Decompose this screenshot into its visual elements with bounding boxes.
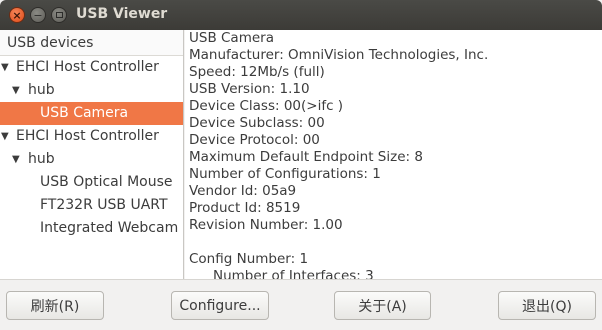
- info-manufacturer: Manufacturer: OmniVision Technologies, I…: [189, 47, 489, 63]
- button-bar: 刷新(R) Configure... 关于(A) 退出(Q): [0, 279, 602, 330]
- title-bar: × − USB Viewer: [0, 0, 602, 30]
- configure-button[interactable]: Configure...: [171, 291, 269, 320]
- tree-node-label: hub: [28, 151, 55, 167]
- refresh-button[interactable]: 刷新(R): [6, 291, 104, 320]
- tree-node-ft232r-usb-uart[interactable]: FT232R USB UART: [0, 194, 183, 217]
- tree-node-host-controller[interactable]: ▼ EHCI Host Controller: [0, 56, 183, 79]
- maximize-window-icon[interactable]: [51, 7, 67, 23]
- tree-node-label: USB Optical Mouse: [40, 174, 173, 190]
- tree-node-label: FT232R USB UART: [40, 197, 168, 213]
- tree-node-label: EHCI Host Controller: [16, 128, 159, 144]
- info-device-subclass: Device Subclass: 00: [189, 115, 325, 131]
- tree-node-integrated-webcam[interactable]: Integrated Webcam: [0, 217, 183, 240]
- device-info-panel[interactable]: USB Camera Manufacturer: OmniVision Tech…: [185, 30, 602, 279]
- info-usb-version: USB Version: 1.10: [189, 81, 310, 97]
- tree-node-usb-camera[interactable]: USB Camera: [0, 102, 183, 125]
- info-revision-number: Revision Number: 1.00: [189, 217, 343, 233]
- info-config-number: Config Number: 1: [189, 251, 309, 267]
- minimize-window-icon[interactable]: −: [30, 7, 46, 23]
- expanded-arrow-icon[interactable]: ▼: [1, 125, 9, 148]
- info-vendor-id: Vendor Id: 05a9: [189, 183, 297, 199]
- info-speed: Speed: 12Mb/s (full): [189, 64, 325, 80]
- info-device-class: Device Class: 00(>ifc ): [189, 98, 344, 114]
- tree-column-header[interactable]: USB devices: [0, 30, 183, 56]
- tree-node-host-controller[interactable]: ▼ EHCI Host Controller: [0, 125, 183, 148]
- tree-node-hub[interactable]: ▼ hub: [0, 79, 183, 102]
- tree-node-usb-optical-mouse[interactable]: USB Optical Mouse: [0, 171, 183, 194]
- close-window-icon[interactable]: ×: [9, 7, 25, 23]
- device-name: USB Camera: [189, 30, 274, 46]
- tree-node-label: USB Camera: [40, 105, 129, 121]
- tree-node-hub[interactable]: ▼ hub: [0, 148, 183, 171]
- window-title: USB Viewer: [76, 6, 168, 22]
- tree-node-label: hub: [28, 82, 55, 98]
- info-num-interfaces: Number of Interfaces: 3: [213, 268, 374, 279]
- expanded-arrow-icon[interactable]: ▼: [12, 79, 20, 102]
- expanded-arrow-icon[interactable]: ▼: [1, 56, 9, 79]
- info-num-configurations: Number of Configurations: 1: [189, 166, 381, 182]
- device-tree[interactable]: USB devices ▼ EHCI Host Controller ▼ hub…: [0, 30, 184, 279]
- tree-node-label: EHCI Host Controller: [16, 59, 159, 75]
- expanded-arrow-icon[interactable]: ▼: [12, 148, 20, 171]
- info-device-protocol: Device Protocol: 00: [189, 132, 320, 148]
- info-product-id: Product Id: 8519: [189, 200, 301, 216]
- info-max-endpoint-size: Maximum Default Endpoint Size: 8: [189, 149, 423, 165]
- quit-button[interactable]: 退出(Q): [498, 291, 596, 320]
- tree-node-label: Integrated Webcam: [40, 220, 179, 236]
- about-button[interactable]: 关于(A): [334, 291, 431, 320]
